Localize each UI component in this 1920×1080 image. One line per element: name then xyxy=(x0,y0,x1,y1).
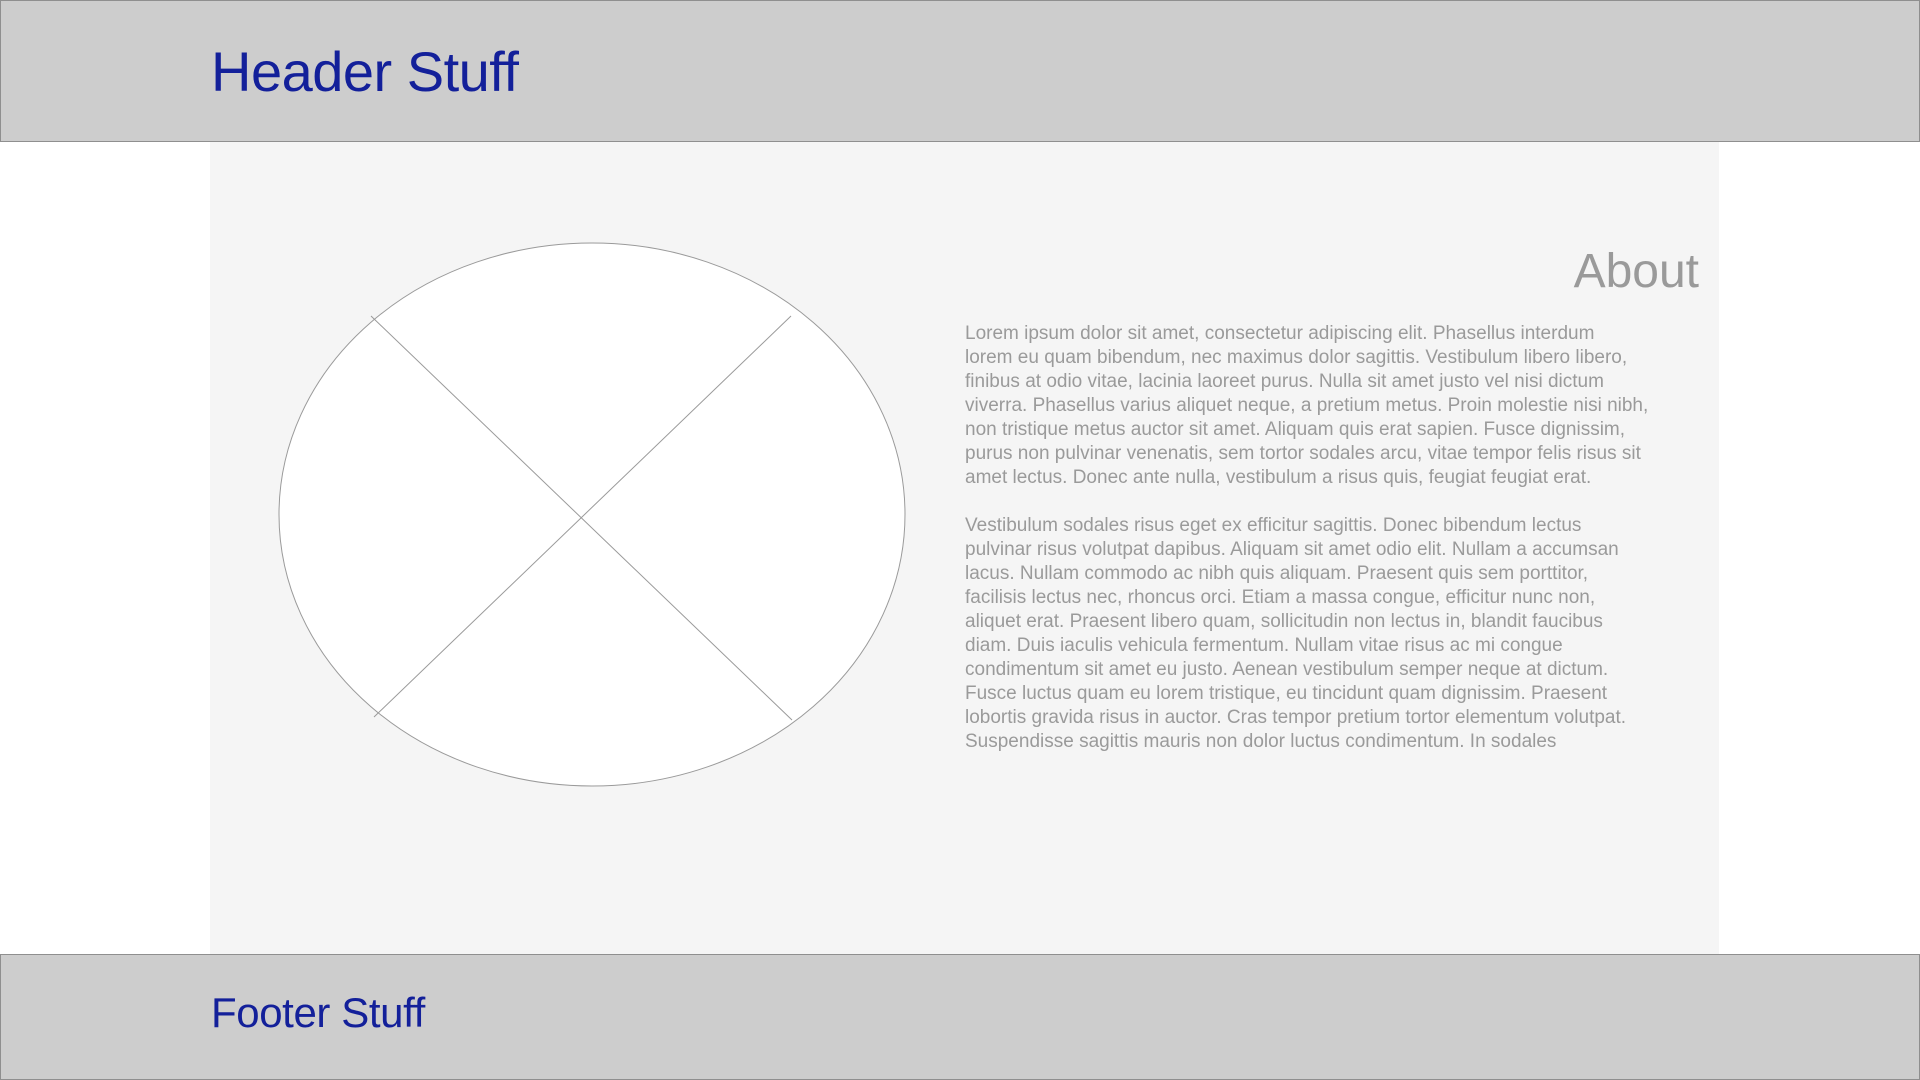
main-content: About Lorem ipsum dolor sit amet, consec… xyxy=(210,142,1719,954)
about-title: About xyxy=(1573,245,1699,298)
page-header: Header Stuff xyxy=(0,0,1920,142)
image-placeholder-icon xyxy=(278,242,906,787)
footer-title: Footer Stuff xyxy=(211,989,425,1036)
about-paragraph-1: Lorem ipsum dolor sit amet, consectetur … xyxy=(965,323,1649,488)
image-placeholder-graphic xyxy=(278,242,906,787)
about-section: About Lorem ipsum dolor sit amet, consec… xyxy=(965,242,1699,754)
about-paragraph-2: Vestibulum sodales risus eget ex efficit… xyxy=(965,515,1627,752)
page-footer: Footer Stuff xyxy=(0,954,1920,1080)
header-title: Header Stuff xyxy=(211,40,519,103)
